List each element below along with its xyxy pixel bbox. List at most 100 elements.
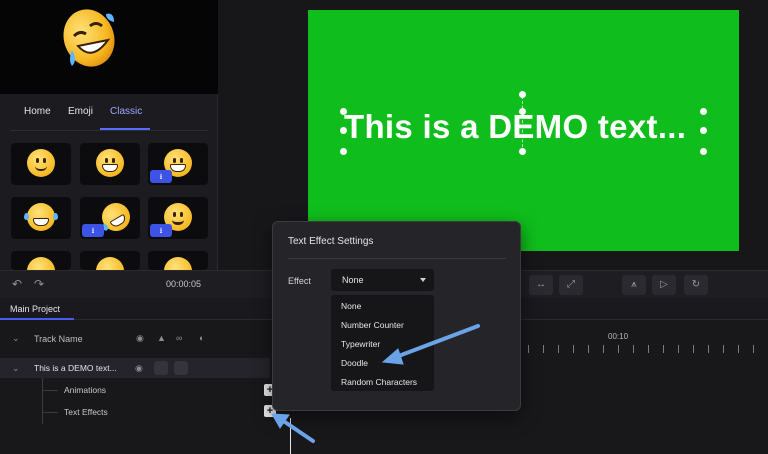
- emoji-joy[interactable]: [11, 197, 71, 239]
- redo-icon[interactable]: ↷: [34, 277, 44, 291]
- mouth-icon: [35, 166, 47, 171]
- emoji-partial[interactable]: [11, 251, 71, 270]
- reload-button[interactable]: ↻: [684, 275, 708, 295]
- tab-main-project[interactable]: Main Project: [10, 304, 60, 314]
- ruler-tick: [543, 345, 544, 353]
- dialog-divider: [288, 258, 506, 259]
- joy-face-icon: [24, 203, 58, 231]
- link-icon[interactable]: ∞: [176, 333, 182, 343]
- ruler-tick: [723, 345, 724, 353]
- animations-label: Animations: [64, 385, 107, 395]
- emoji-slightly-smiling[interactable]: [11, 143, 71, 185]
- track-row[interactable]: ⌄ This is a DEMO text... ◉: [0, 358, 270, 378]
- emoji-grinning[interactable]: ⭳: [148, 143, 208, 185]
- teeth-icon: [109, 213, 128, 229]
- download-icon[interactable]: ⭳: [150, 224, 172, 237]
- eye-icon: [180, 158, 183, 163]
- effect-select[interactable]: None: [331, 269, 434, 291]
- mute-toggle[interactable]: [174, 361, 188, 375]
- download-icon[interactable]: ⭳: [150, 170, 172, 183]
- lock-toggle[interactable]: [154, 361, 168, 375]
- ruler-tick: [678, 345, 679, 353]
- emoji-tabs: Home Emoji Classic: [0, 94, 218, 131]
- face-icon: [164, 257, 192, 270]
- tab-classic[interactable]: Classic: [110, 106, 142, 117]
- undo-icon[interactable]: ↶: [12, 277, 22, 291]
- resize-handle[interactable]: [700, 148, 707, 155]
- ruler-tick: [738, 345, 739, 353]
- effect-dropdown: None Number Counter Typewriter Doodle Ra…: [331, 295, 434, 391]
- ruler-tick: [753, 345, 754, 353]
- selection-guide: [522, 96, 523, 152]
- option-typewriter[interactable]: Typewriter: [341, 339, 380, 349]
- swap-button[interactable]: ↔: [529, 275, 553, 295]
- chevron-down-icon[interactable]: ⌄: [12, 333, 20, 344]
- teeth-icon: [102, 164, 118, 172]
- lock-icon[interactable]: ▲: [157, 333, 166, 343]
- timecode: 00:00:05: [166, 279, 202, 289]
- ruler-tick: [573, 345, 574, 353]
- rotate-handle[interactable]: [519, 91, 526, 98]
- eye-icon: [36, 158, 39, 163]
- emoji-preview: [0, 0, 218, 94]
- resize-handle[interactable]: [340, 108, 347, 115]
- tab-emoji[interactable]: Emoji: [68, 106, 93, 117]
- mouth-icon: [172, 220, 184, 225]
- option-none[interactable]: None: [341, 301, 361, 311]
- resize-handle[interactable]: [700, 127, 707, 134]
- ruler-tick: [693, 345, 694, 353]
- ruler-time-label: 00:10: [608, 332, 629, 341]
- effect-label: Effect: [288, 276, 311, 286]
- emoji-partial[interactable]: [80, 251, 140, 270]
- sub-row-text-effects: Text Effects: [0, 402, 270, 422]
- eye-icon: [43, 158, 46, 163]
- ruler-tick: [633, 345, 634, 353]
- ruler-tick: [528, 345, 529, 353]
- option-random-characters[interactable]: Random Characters: [341, 377, 417, 387]
- eye-icon: [180, 212, 183, 217]
- emoji-smiley[interactable]: ⭳: [148, 197, 208, 239]
- grin-face-icon: [96, 149, 124, 177]
- emoji-rofl[interactable]: ⭳: [80, 197, 140, 239]
- expand-button[interactable]: ⤢: [559, 275, 583, 295]
- eye-icon: [112, 158, 115, 163]
- chevron-down-icon[interactable]: ⌄: [12, 363, 20, 374]
- ruler-tick: [603, 345, 604, 353]
- option-number-counter[interactable]: Number Counter: [341, 320, 404, 330]
- resize-handle[interactable]: [519, 148, 526, 155]
- option-doodle[interactable]: Doodle: [341, 358, 368, 368]
- tear-icon: [24, 213, 29, 220]
- track-name-header: Track Name: [34, 334, 83, 344]
- ruler-tick: [618, 345, 619, 353]
- ruler-tick: [663, 345, 664, 353]
- resize-handle[interactable]: [519, 108, 526, 115]
- play-button[interactable]: ▷: [652, 275, 676, 295]
- teeth-icon: [33, 218, 49, 226]
- smile-face-icon: [27, 149, 55, 177]
- split-button[interactable]: ⩚: [622, 275, 646, 295]
- download-icon[interactable]: ⭳: [82, 224, 104, 237]
- resize-handle[interactable]: [340, 148, 347, 155]
- effect-selected-value: None: [342, 275, 364, 285]
- caret-down-icon: [420, 278, 426, 282]
- tear-icon: [53, 213, 58, 220]
- ruler-tick: [588, 345, 589, 353]
- face-icon: [27, 257, 55, 270]
- audio-icon[interactable]: ◖: [198, 333, 203, 343]
- emoji-partial[interactable]: [148, 251, 208, 270]
- resize-handle[interactable]: [340, 127, 347, 134]
- rofl-emoji-icon: [63, 9, 115, 67]
- playhead[interactable]: [290, 418, 291, 454]
- visibility-icon[interactable]: ◉: [135, 363, 143, 374]
- emoji-grimacing[interactable]: [80, 143, 140, 185]
- video-editor: Home Emoji Classic ⭳ ⭳ ⭳ This is a DEMO …: [0, 0, 768, 454]
- resize-handle[interactable]: [700, 108, 707, 115]
- face-icon: [96, 257, 124, 270]
- eye-icon[interactable]: ◉: [136, 333, 144, 344]
- eye-icon: [105, 158, 108, 163]
- canvas-text-layer[interactable]: This is a DEMO text...: [344, 108, 686, 146]
- emoji-panel: Home Emoji Classic ⭳ ⭳ ⭳: [0, 0, 218, 270]
- teeth-icon: [170, 164, 186, 172]
- ruler-tick: [708, 345, 709, 353]
- tab-home[interactable]: Home: [24, 106, 51, 117]
